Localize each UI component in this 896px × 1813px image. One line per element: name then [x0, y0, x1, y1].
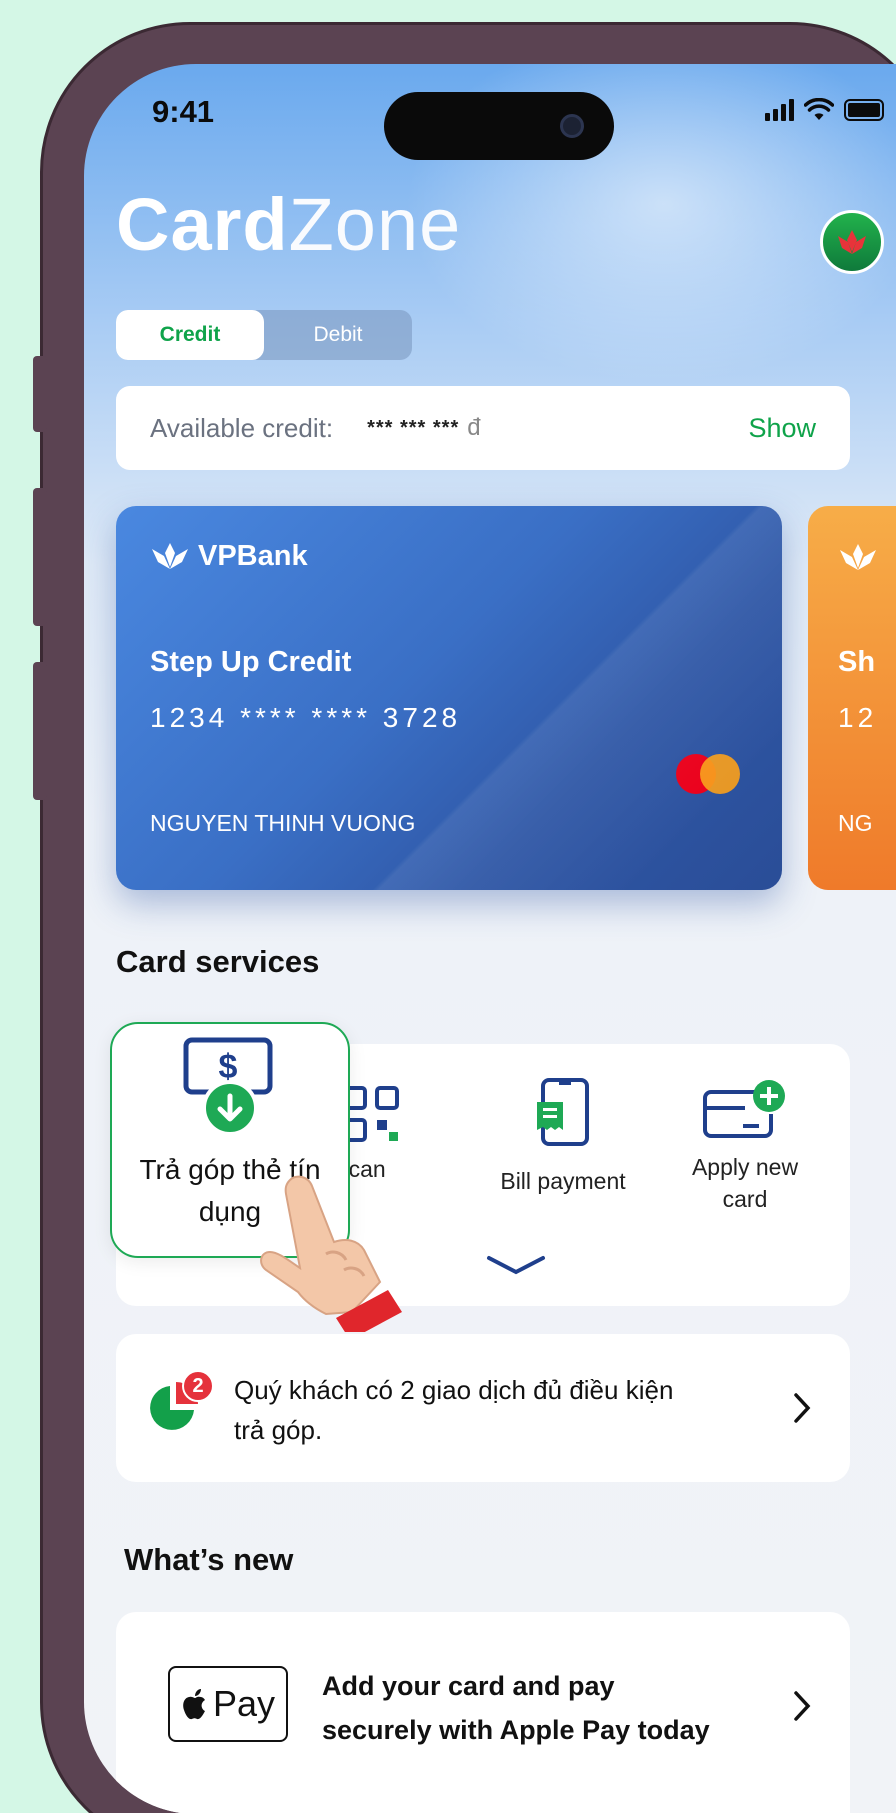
apple-pay-logo: Pay: [168, 1666, 288, 1742]
card-bank-name: VPBank: [198, 540, 308, 572]
card-services-title: Card services: [116, 944, 320, 979]
profile-avatar[interactable]: [820, 210, 884, 274]
status-icons: [765, 98, 884, 122]
apple-pay-text-line2: securely with Apple Pay today: [322, 1715, 710, 1745]
add-card-icon: [703, 1080, 785, 1138]
service-label-line1: Apply new: [691, 1154, 799, 1180]
app-logo: CardZone: [116, 182, 461, 267]
service-apply-new-card[interactable]: Apply new card: [660, 1078, 830, 1215]
logo-bold-text: Card: [116, 183, 289, 266]
qr-icon: [343, 1086, 399, 1142]
battery-icon: [844, 99, 884, 121]
card-product-name: Step Up Credit: [150, 646, 352, 678]
expand-chevron-down-icon[interactable]: [486, 1254, 546, 1278]
chevron-right-icon: [794, 1691, 811, 1721]
mastercard-logo-icon: [676, 754, 742, 794]
card-holder-name: NGUYEN THINH VUONG: [150, 810, 416, 836]
chevron-right-icon: [794, 1393, 811, 1423]
logo-light-text: Zone: [288, 183, 462, 266]
vpbank-logo-icon: [840, 544, 876, 570]
currency-symbol: đ: [467, 414, 481, 441]
installment-dollar-icon: $: [183, 1037, 273, 1136]
cellular-signal-icon: [765, 99, 794, 121]
wifi-icon: [804, 98, 834, 120]
vpbank-logo-icon: [152, 542, 188, 569]
dynamic-island: [384, 92, 614, 160]
credit-card-secondary[interactable]: Sh 12 NG: [808, 506, 896, 890]
service-label-line2: card: [722, 1186, 768, 1212]
card-type-switch: Credit Debit: [116, 310, 412, 360]
mute-switch: [33, 356, 47, 432]
vpbank-lotus-icon: [838, 230, 866, 254]
apple-pay-text: Pay: [212, 1683, 276, 1724]
service-label: Bill payment: [500, 1168, 626, 1194]
volume-up-button: [33, 488, 47, 626]
installment-promo-banner[interactable]: 2 Quý khách có 2 giao dịch đủ điều kiện …: [116, 1334, 850, 1482]
promo-count-badge: 2: [182, 1370, 214, 1402]
bill-icon: [537, 1078, 589, 1146]
credit-card-step-up[interactable]: VPBank Step Up Credit 1234 **** **** 372…: [116, 506, 782, 890]
app-screen: 9:41 CardZone Credit Debit Available cre…: [84, 64, 896, 1813]
card-bank-brand: VPBank: [150, 540, 308, 573]
card-number-partial: 12: [838, 702, 878, 733]
apple-pay-text-line1: Add your card and pay: [322, 1671, 615, 1701]
available-credit-label: Available credit:: [150, 412, 334, 443]
promo-text-line1: Quý khách có 2 giao dịch đủ điều kiện: [234, 1375, 674, 1405]
card-product-name-partial: Sh: [838, 646, 876, 678]
available-credit-bar: Available credit: *** *** *** đ Show: [116, 386, 850, 470]
service-bill-payment[interactable]: Bill payment: [478, 1078, 648, 1197]
card-holder-partial: NG: [838, 810, 873, 836]
promo-text-line2: trả góp.: [234, 1415, 323, 1445]
whats-new-title: What’s new: [124, 1542, 294, 1577]
card-number: 1234 **** **** 3728: [150, 702, 462, 733]
show-credit-button[interactable]: Show: [748, 413, 816, 444]
pointing-hand-icon: [260, 1175, 402, 1332]
tab-credit[interactable]: Credit: [116, 310, 264, 360]
available-credit-value: *** *** ***: [367, 416, 460, 439]
status-time: 9:41: [152, 94, 215, 129]
volume-down-button: [33, 662, 47, 800]
apple-logo-icon: [183, 1689, 205, 1720]
tab-debit[interactable]: Debit: [264, 310, 412, 360]
camera-icon: [560, 114, 584, 138]
apple-pay-banner[interactable]: Pay Add your card and pay securely with …: [116, 1612, 850, 1813]
